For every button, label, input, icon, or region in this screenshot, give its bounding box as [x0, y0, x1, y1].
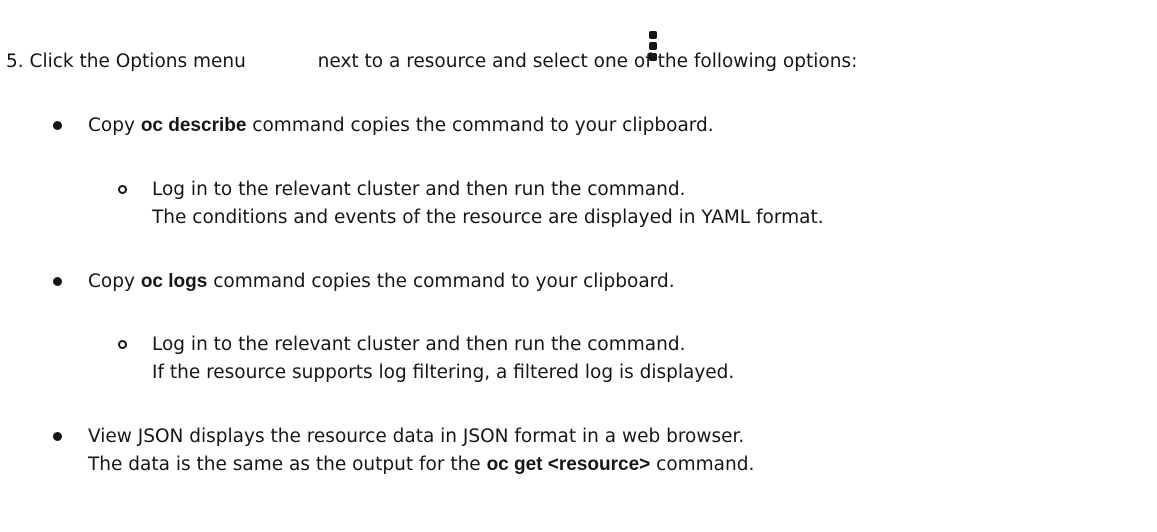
option-label-prefix: Copy: [88, 271, 141, 292]
option-label: View JSON: [88, 426, 184, 447]
sub-bullet-icon: [118, 185, 127, 194]
option-label-prefix: Copy: [88, 115, 141, 136]
step-text-before: Click the Options menu: [29, 51, 246, 72]
option-copy-describe: Copy oc describe command copies the comm…: [53, 112, 714, 140]
line2-code: oc get <resource>: [486, 454, 651, 475]
kebab-icon: [648, 31, 657, 61]
detail-line-2: If the resource supports log filtering, …: [152, 362, 735, 383]
option-description: displays the resource data in JSON forma…: [183, 426, 745, 447]
sub-bullet-icon: [118, 340, 127, 349]
option-label-suffix: command: [246, 115, 345, 136]
bullet-icon: [53, 277, 62, 286]
option-label-code: oc logs: [140, 271, 208, 292]
option-copy-logs: Copy oc logs command copies the command …: [53, 268, 675, 296]
option-view-json: View JSON displays the resource data in …: [53, 423, 754, 479]
step-text-after: next to a resource and select one of the…: [317, 51, 858, 72]
option-copy-describe-details: Log in to the relevant cluster and then …: [118, 176, 824, 232]
step-number: 5.: [6, 51, 24, 72]
step-5: 5. Click the Options menu next to a reso…: [6, 31, 858, 76]
option-description: copies the command to your clipboard.: [305, 271, 675, 292]
option-label-suffix: command: [207, 271, 306, 292]
bullet-icon: [53, 121, 62, 130]
detail-line-1: Log in to the relevant cluster and then …: [152, 334, 686, 355]
option-copy-logs-details: Log in to the relevant cluster and then …: [118, 331, 735, 387]
option-description: copies the command to your clipboard.: [344, 115, 714, 136]
bullet-icon: [53, 432, 62, 441]
detail-line-1: Log in to the relevant cluster and then …: [152, 179, 686, 200]
option-label-code: oc describe: [140, 115, 247, 136]
option-line: Copy oc logs command copies the command …: [88, 268, 675, 296]
option-line: View JSON displays the resource data in …: [88, 423, 754, 451]
detail-line-2: The conditions and events of the resourc…: [152, 207, 824, 228]
option-line-2: The data is the same as the output for t…: [88, 451, 754, 479]
line2-before: The data is the same as the output for t…: [88, 454, 487, 475]
line2-after: command.: [650, 454, 755, 475]
option-line: Copy oc describe command copies the comm…: [88, 112, 714, 140]
